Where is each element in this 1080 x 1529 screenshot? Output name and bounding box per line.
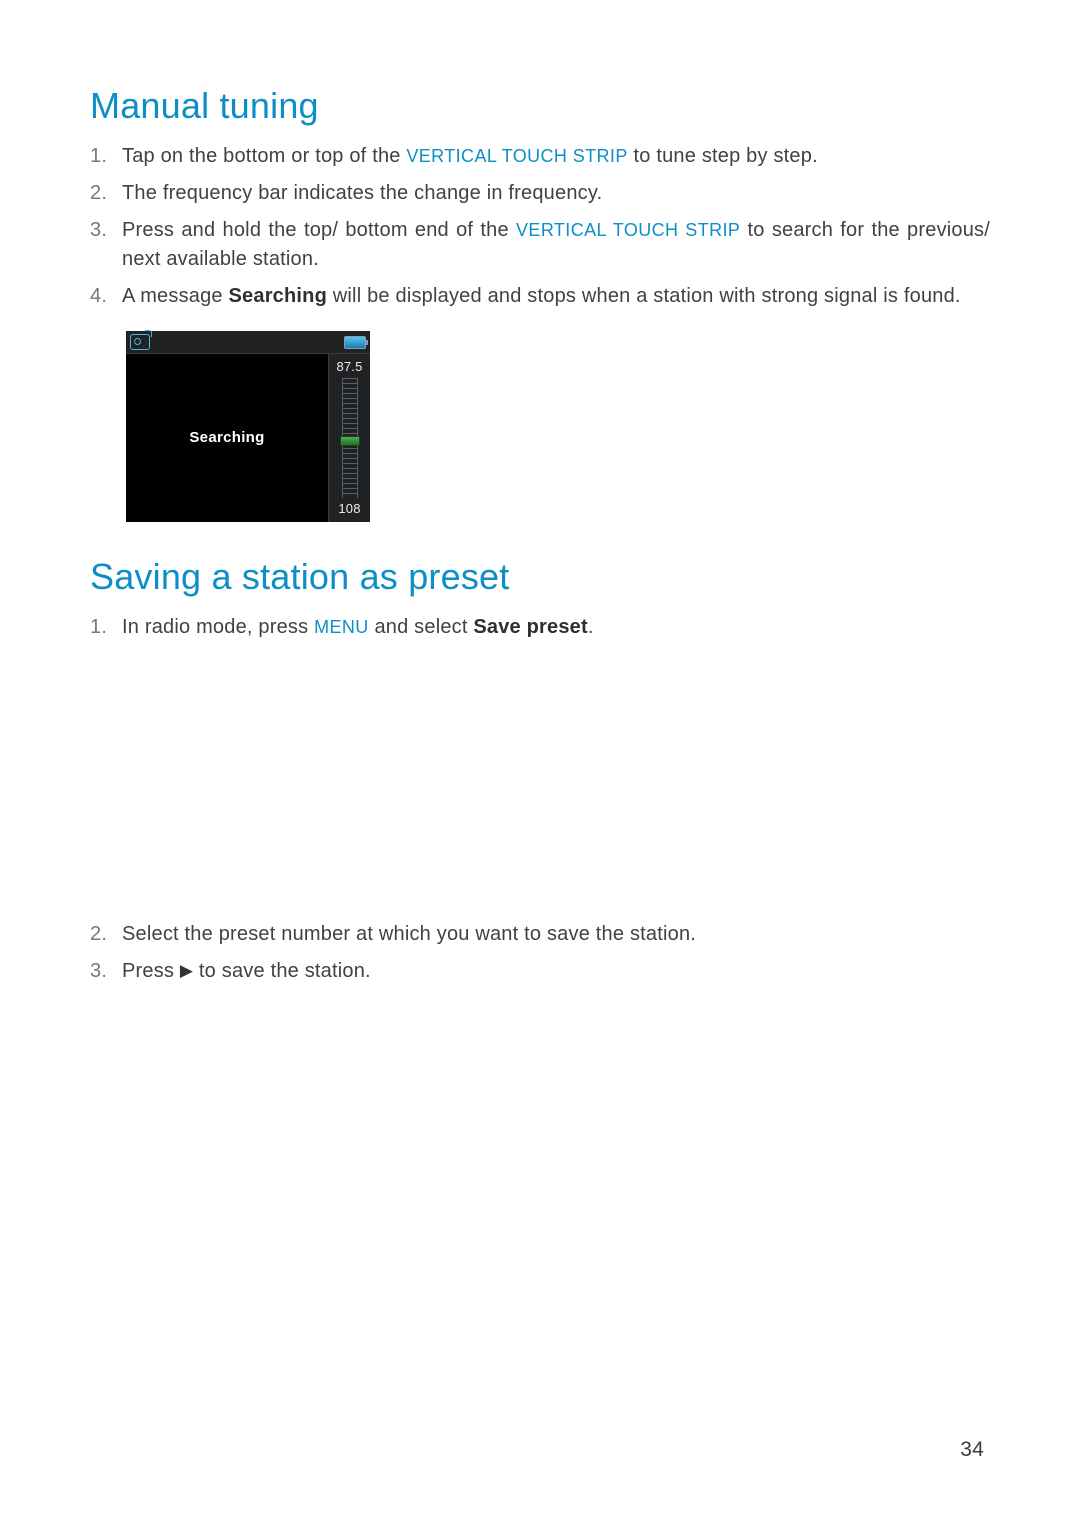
device-statusbar xyxy=(126,331,370,354)
step-number: 3. xyxy=(90,957,122,986)
text-fragment: will be displayed and stops when a stati… xyxy=(327,285,961,307)
device-main-area: Searching xyxy=(126,354,328,522)
list-item: 3. Press ▶ to save the station. xyxy=(90,957,990,986)
step-number: 1. xyxy=(90,142,122,171)
play-icon: ▶ xyxy=(180,961,193,980)
saving-preset-steps-a: 1. In radio mode, press MENU and select … xyxy=(90,613,990,642)
step-text: Tap on the bottom or top of the VERTICAL… xyxy=(122,142,990,171)
text-fragment: and select xyxy=(369,616,474,638)
list-item: 3. Press and hold the top/ bottom end of… xyxy=(90,216,990,274)
bold-searching: Searching xyxy=(229,285,328,307)
page-number: 34 xyxy=(960,1435,984,1465)
step-text: A message Searching will be displayed an… xyxy=(122,282,990,311)
bold-save-preset: Save preset xyxy=(473,616,588,638)
list-item: 1. In radio mode, press MENU and select … xyxy=(90,613,990,642)
step-number: 3. xyxy=(90,216,122,245)
step-text: Press and hold the top/ bottom end of th… xyxy=(122,216,990,274)
text-fragment: A message xyxy=(122,285,229,307)
text-fragment: to save the station. xyxy=(193,960,371,982)
figure-placeholder-gap xyxy=(90,660,990,920)
frequency-scale xyxy=(342,378,358,498)
step-number: 1. xyxy=(90,613,122,642)
list-item: 4. A message Searching will be displayed… xyxy=(90,282,990,311)
frequency-indicator xyxy=(340,436,360,446)
step-number: 2. xyxy=(90,920,122,949)
freq-bottom-label: 108 xyxy=(338,500,360,518)
heading-manual-tuning: Manual tuning xyxy=(90,80,990,132)
manual-tuning-steps: 1. Tap on the bottom or top of the VERTI… xyxy=(90,142,990,311)
step-text: Select the preset number at which you wa… xyxy=(122,920,990,949)
keyword-menu: MENU xyxy=(314,617,369,637)
list-item: 2. Select the preset number at which you… xyxy=(90,920,990,949)
page: Manual tuning 1. Tap on the bottom or to… xyxy=(0,0,1080,1529)
device-screenshot: Searching 87.5 108 xyxy=(124,329,372,523)
device-body: Searching 87.5 108 xyxy=(126,354,370,522)
step-number: 2. xyxy=(90,179,122,208)
text-fragment: . xyxy=(588,616,594,638)
radio-icon xyxy=(130,334,150,350)
step-text: Press ▶ to save the station. xyxy=(122,957,990,986)
step-number: 4. xyxy=(90,282,122,311)
list-item: 2. The frequency bar indicates the chang… xyxy=(90,179,990,208)
freq-top-label: 87.5 xyxy=(336,358,362,376)
keyword-vertical-touch-strip: VERTICAL TOUCH STRIP xyxy=(406,146,627,166)
searching-label: Searching xyxy=(189,427,264,449)
saving-preset-steps-b: 2. Select the preset number at which you… xyxy=(90,920,990,986)
device-frequency-bar: 87.5 108 xyxy=(328,354,370,522)
text-fragment: to tune step by step. xyxy=(628,145,818,167)
battery-icon xyxy=(344,336,366,349)
figure-searching: Searching 87.5 108 xyxy=(124,329,990,523)
text-fragment: Press xyxy=(122,960,180,982)
list-item: 1. Tap on the bottom or top of the VERTI… xyxy=(90,142,990,171)
text-fragment: Press and hold the top/ bottom end of th… xyxy=(122,219,516,241)
keyword-vertical-touch-strip: VERTICAL TOUCH STRIP xyxy=(516,220,740,240)
heading-saving-preset: Saving a station as preset xyxy=(90,551,990,603)
text-fragment: In radio mode, press xyxy=(122,616,314,638)
text-fragment: Tap on the bottom or top of the xyxy=(122,145,406,167)
step-text: In radio mode, press MENU and select Sav… xyxy=(122,613,990,642)
step-text: The frequency bar indicates the change i… xyxy=(122,179,990,208)
